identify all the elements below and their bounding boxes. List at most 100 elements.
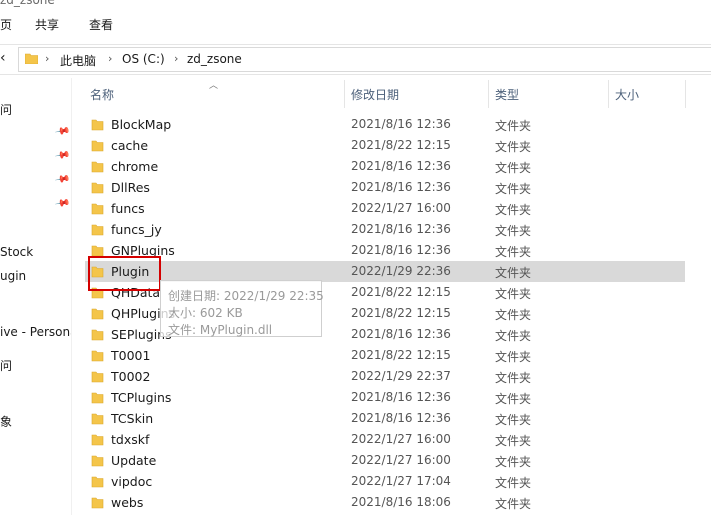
file-row[interactable]: chrome 2021/8/16 12:36 文件夹 [85, 156, 685, 177]
folder-icon [91, 371, 104, 383]
tooltip-size: 大小: 602 KB [168, 306, 243, 320]
tooltip-created: 创建日期: 2022/1/29 22:35 [168, 289, 324, 303]
file-type: 文件夹 [495, 476, 532, 490]
column-header-size[interactable]: 大小 [615, 86, 639, 103]
file-name: cache [111, 138, 149, 153]
folder-icon [91, 308, 104, 320]
column-divider[interactable] [344, 80, 345, 108]
file-date: 2021/8/22 12:15 [351, 348, 451, 362]
breadcrumb-separator-icon[interactable]: › [45, 52, 49, 65]
breadcrumb-folder[interactable]: zd_zsone [187, 52, 242, 66]
file-name: vipdoc [111, 474, 153, 489]
column-header-date[interactable]: 修改日期 [351, 86, 399, 103]
file-type: 文件夹 [495, 371, 532, 385]
nav-item[interactable]: 问 [0, 101, 12, 118]
folder-icon [91, 329, 104, 341]
breadcrumb-this-pc[interactable]: 此电脑 [60, 52, 96, 69]
file-date: 2022/1/29 22:37 [351, 369, 451, 383]
file-row[interactable]: GNPlugins 2021/8/16 12:36 文件夹 [85, 240, 685, 261]
breadcrumb-drive[interactable]: OS (C:) [122, 52, 165, 66]
nav-item[interactable]: 问 [0, 357, 12, 374]
file-row[interactable]: Plugin 2022/1/29 22:36 文件夹 [85, 261, 685, 282]
file-row[interactable]: T0002 2022/1/29 22:37 文件夹 [85, 366, 685, 387]
file-row[interactable]: TCPlugins 2021/8/16 12:36 文件夹 [85, 387, 685, 408]
file-date: 2021/8/16 12:36 [351, 327, 451, 341]
file-date: 2022/1/29 22:36 [351, 264, 451, 278]
file-name: tdxskf [111, 432, 150, 447]
file-type: 文件夹 [495, 266, 532, 280]
file-row[interactable]: funcs_jy 2021/8/16 12:36 文件夹 [85, 219, 685, 240]
file-date: 2022/1/27 16:00 [351, 201, 451, 215]
file-row[interactable]: tdxskf 2022/1/27 16:00 文件夹 [85, 429, 685, 450]
file-name: TCPlugins [111, 390, 172, 405]
folder-icon [91, 161, 104, 173]
folder-icon [91, 182, 104, 194]
folder-icon [91, 434, 104, 446]
file-row[interactable]: cache 2021/8/22 12:15 文件夹 [85, 135, 685, 156]
column-divider[interactable] [685, 80, 686, 108]
file-date: 2022/1/27 16:00 [351, 453, 451, 467]
folder-icon [25, 53, 38, 64]
nav-item[interactable]: 象 [0, 413, 12, 430]
breadcrumb-separator-icon[interactable]: › [174, 52, 178, 65]
file-row[interactable]: T0001 2021/8/22 12:15 文件夹 [85, 345, 685, 366]
file-row[interactable]: Update 2022/1/27 16:00 文件夹 [85, 450, 685, 471]
folder-icon [91, 203, 104, 215]
file-date: 2022/1/27 16:00 [351, 432, 451, 446]
nav-item[interactable]: Stock [0, 245, 33, 259]
file-type: 文件夹 [495, 245, 532, 259]
file-name: TCSkin [111, 411, 154, 426]
file-date: 2021/8/16 12:36 [351, 117, 451, 131]
address-bar[interactable]: › 此电脑 › OS (C:) › zd_zsone [18, 47, 711, 72]
folder-icon [91, 455, 104, 467]
file-type: 文件夹 [495, 287, 532, 301]
file-name: Update [111, 453, 157, 468]
folder-icon [91, 119, 104, 131]
folder-icon [91, 497, 104, 509]
file-type: 文件夹 [495, 455, 532, 469]
pane-divider[interactable] [71, 78, 72, 515]
file-type: 文件夹 [495, 224, 532, 238]
file-row[interactable]: funcs 2022/1/27 16:00 文件夹 [85, 198, 685, 219]
nav-item[interactable]: ive - Persona [0, 325, 72, 339]
file-row[interactable]: vipdoc 2022/1/27 17:04 文件夹 [85, 471, 685, 492]
highlight-box [88, 256, 161, 291]
tab-share[interactable]: 共享 [35, 16, 59, 33]
folder-icon [91, 413, 104, 425]
file-row[interactable]: webs 2021/8/16 18:06 文件夹 [85, 492, 685, 513]
tab-home[interactable]: 页 [0, 16, 12, 33]
nav-item[interactable]: ugin [0, 269, 26, 283]
navigation-pane: 问 📌 📌 📌 📌 Stock ugin ive - Persona 问 象 [0, 78, 72, 515]
file-name: funcs [111, 201, 145, 216]
window-title: zd_zsone [0, 0, 55, 7]
file-type: 文件夹 [495, 161, 532, 175]
column-divider[interactable] [608, 80, 609, 108]
file-type: 文件夹 [495, 497, 532, 511]
file-date: 2021/8/16 12:36 [351, 180, 451, 194]
column-header-name[interactable]: 名称 [90, 86, 114, 103]
file-date: 2021/8/16 12:36 [351, 390, 451, 404]
column-divider[interactable] [488, 80, 489, 108]
sort-up-icon: ︿ [209, 81, 219, 91]
file-type: 文件夹 [495, 413, 532, 427]
pin-icon: 📌 [53, 123, 71, 140]
file-row[interactable]: TCSkin 2021/8/16 12:36 文件夹 [85, 408, 685, 429]
file-type: 文件夹 [495, 140, 532, 154]
file-row[interactable]: BlockMap 2021/8/16 12:36 文件夹 [85, 114, 685, 135]
pin-icon: 📌 [53, 171, 71, 188]
file-type: 文件夹 [495, 350, 532, 364]
chevron-left-icon[interactable]: ‹ [0, 50, 6, 66]
file-name: webs [111, 495, 144, 510]
file-name: DllRes [111, 180, 150, 195]
folder-icon [91, 224, 104, 236]
file-name: BlockMap [111, 117, 172, 132]
file-row[interactable]: DllRes 2021/8/16 12:36 文件夹 [85, 177, 685, 198]
tab-view[interactable]: 查看 [89, 16, 113, 33]
file-date: 2021/8/16 18:06 [351, 495, 451, 509]
file-date: 2021/8/16 12:36 [351, 411, 451, 425]
ribbon-tabs: 页 共享 查看 [0, 8, 711, 38]
file-type: 文件夹 [495, 182, 532, 196]
file-date: 2021/8/22 12:15 [351, 138, 451, 152]
breadcrumb-separator-icon[interactable]: › [108, 52, 112, 65]
column-header-type[interactable]: 类型 [495, 86, 519, 103]
